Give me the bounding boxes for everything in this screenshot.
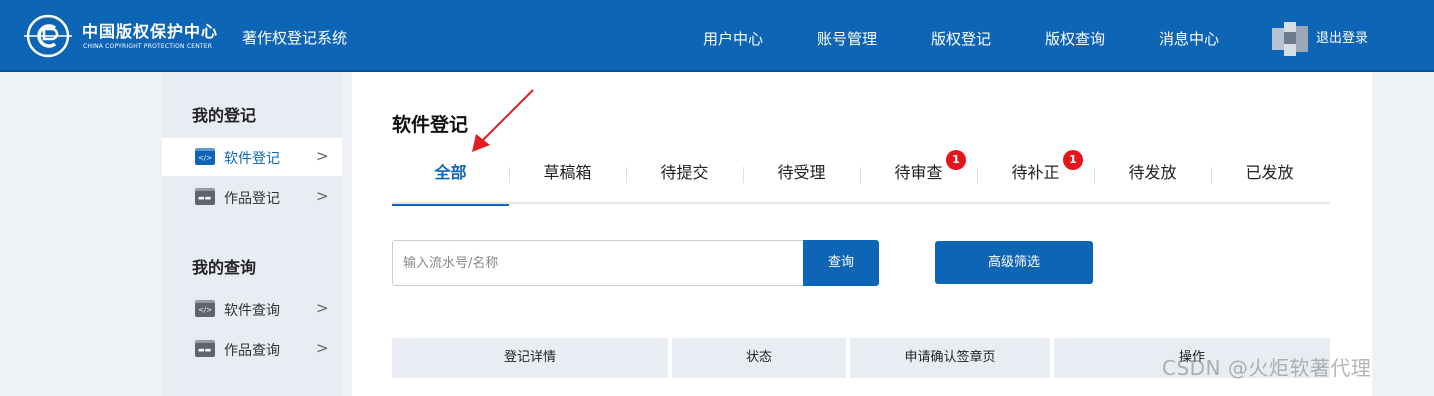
table-header-details: 登记详情 <box>392 338 668 378</box>
work-doc-icon: ▬▬ <box>195 340 215 357</box>
advanced-filter-button[interactable]: 高级筛选 <box>935 241 1093 284</box>
user-avatar[interactable] <box>1272 22 1308 56</box>
sidebar-item-software-query[interactable]: </> 软件查询 > <box>162 290 342 328</box>
query-button[interactable]: 查询 <box>803 240 879 286</box>
table-header-status: 状态 <box>672 338 846 378</box>
work-doc-icon: ▬▬ <box>195 188 215 205</box>
sidebar-item-work-registration[interactable]: ▬▬ 作品登记 > <box>162 178 342 216</box>
top-header: 中国版权保护中心 CHINA COPYRIGHT PROTECTION CENT… <box>0 0 1434 72</box>
watermark: CSDN @火炬软著代理 <box>1162 356 1372 380</box>
logo-english-name: CHINA COPYRIGHT PROTECTION CENTER <box>83 43 213 50</box>
sidebar-item-label: 作品查询 <box>224 343 280 359</box>
nav-copyright-query[interactable]: 版权查询 <box>1045 0 1105 72</box>
chevron-right-icon: > <box>316 147 329 165</box>
sidebar-heading-my-registrations: 我的登记 <box>192 106 257 125</box>
nav-account-management[interactable]: 账号管理 <box>817 0 877 72</box>
sidebar-item-work-query[interactable]: ▬▬ 作品查询 > <box>162 330 342 368</box>
software-doc-icon: </> <box>195 300 215 317</box>
notification-badge: 1 <box>1063 150 1083 170</box>
sidebar: 我的登记 </> 软件登记 > ▬▬ 作品登记 > 我的查询 </> 软件查询 … <box>162 72 342 396</box>
nav-message-center[interactable]: 消息中心 <box>1159 0 1219 72</box>
tab-pending-issue[interactable]: 待发放 <box>1094 150 1211 204</box>
software-doc-icon: </> <box>195 148 215 165</box>
sidebar-item-label: 软件登记 <box>224 151 280 167</box>
sidebar-item-label: 作品登记 <box>224 191 280 207</box>
app-title: 著作权登记系统 <box>242 29 348 47</box>
copyright-center-logo-icon[interactable] <box>22 14 74 58</box>
table-header-signature-page: 申请确认签章页 <box>850 338 1050 378</box>
sidebar-heading-my-queries: 我的查询 <box>192 258 257 277</box>
chevron-right-icon: > <box>316 299 329 317</box>
tab-drafts[interactable]: 草稿箱 <box>509 150 626 204</box>
tab-pending-accept[interactable]: 待受理 <box>743 150 860 204</box>
status-tabs: 全部 草稿箱 待提交 待受理 待审查 1 待补正 1 待发放 已发放 <box>392 150 1330 206</box>
tab-issued[interactable]: 已发放 <box>1211 150 1328 204</box>
page-title: 软件登记 <box>392 114 469 136</box>
main-panel: 软件登记 全部 草稿箱 待提交 待受理 待审查 1 待补正 1 待发放 已发放 … <box>352 72 1372 396</box>
chevron-right-icon: > <box>316 187 329 205</box>
logo-chinese-name: 中国版权保护中心 <box>82 22 219 41</box>
notification-badge: 1 <box>946 150 966 170</box>
sidebar-item-software-registration[interactable]: </> 软件登记 > <box>162 138 342 176</box>
chevron-right-icon: > <box>316 339 329 357</box>
tab-pending-submit[interactable]: 待提交 <box>626 150 743 204</box>
logout-link[interactable]: 退出登录 <box>1316 0 1368 78</box>
tab-all[interactable]: 全部 <box>392 150 509 206</box>
nav-user-center[interactable]: 用户中心 <box>703 0 763 72</box>
sidebar-item-label: 软件查询 <box>224 303 280 319</box>
nav-copyright-registration[interactable]: 版权登记 <box>931 0 991 72</box>
search-input[interactable] <box>392 240 804 286</box>
